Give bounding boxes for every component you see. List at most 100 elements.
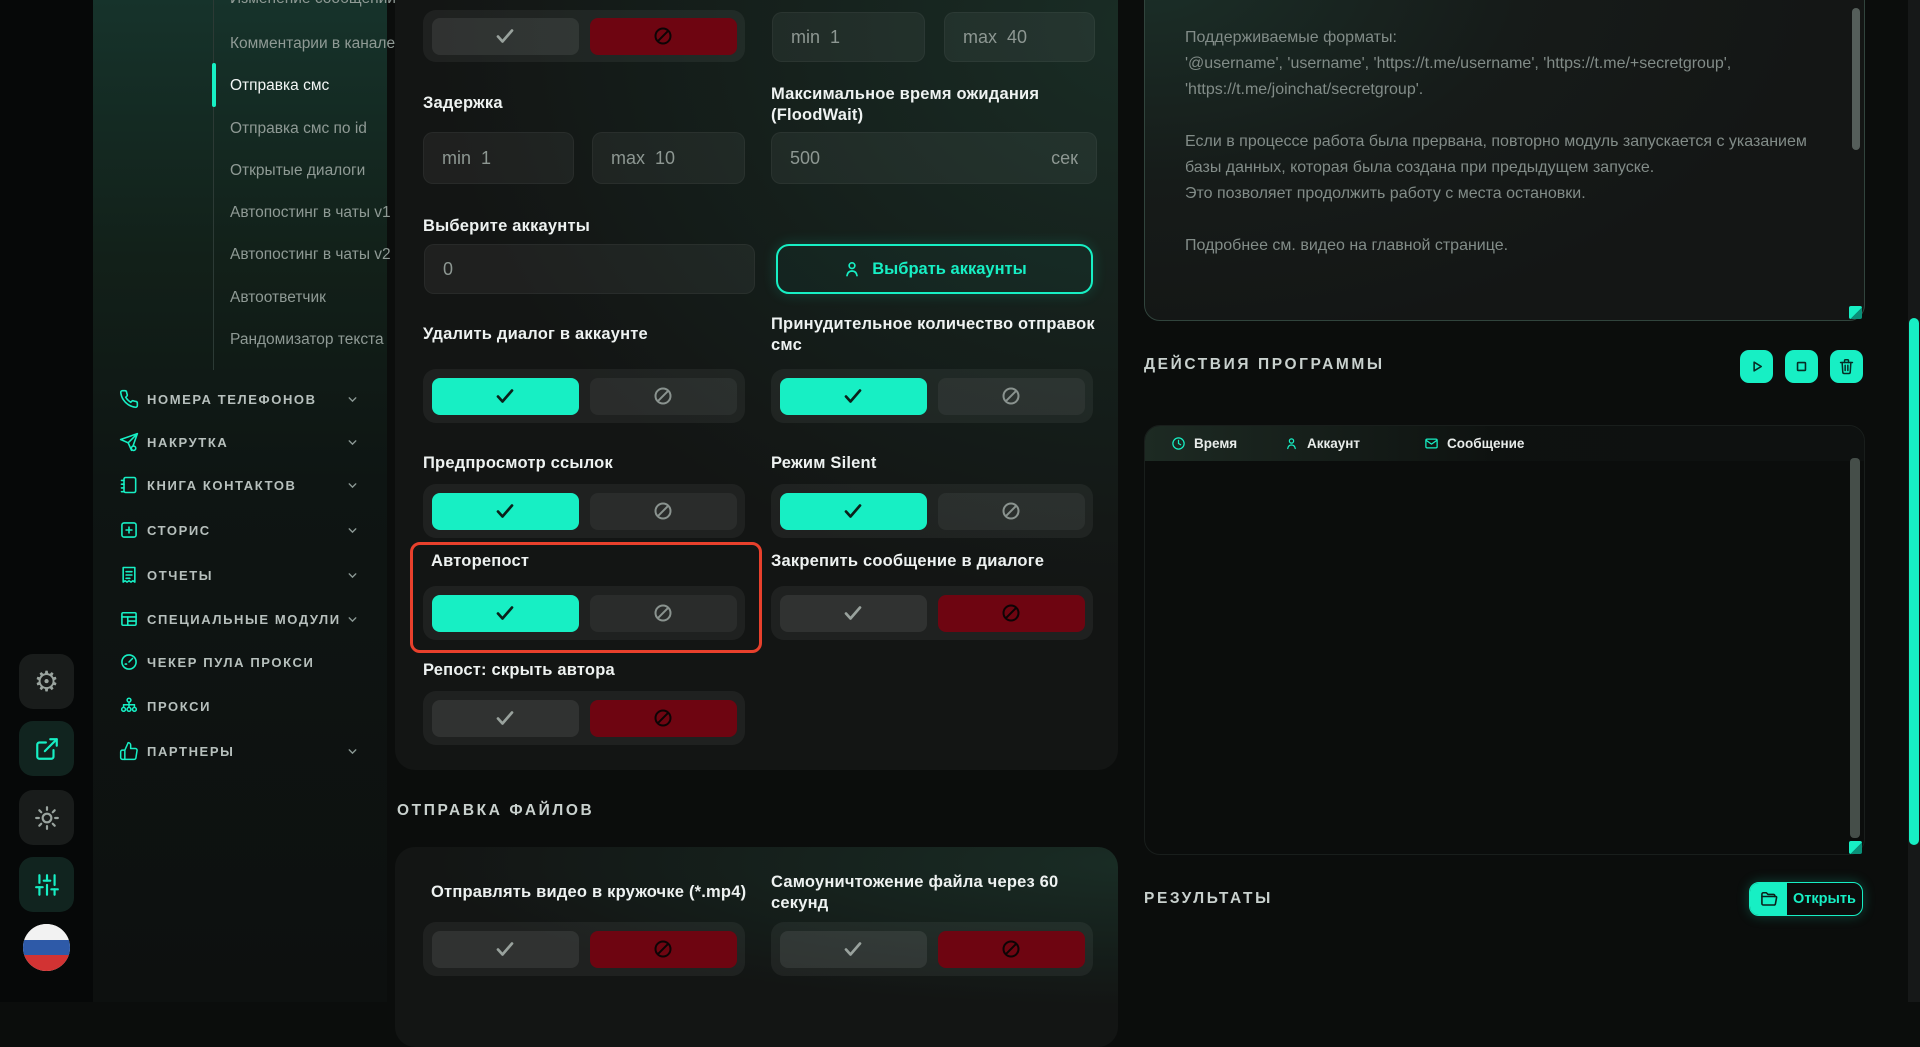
open-results-button[interactable]: Открыть <box>1749 882 1863 916</box>
sidebar-section-reports[interactable]: ОТЧЕТЫ <box>119 564 359 586</box>
sidebar-section-special-modules[interactable]: СПЕЦИАЛЬНЫЕ МОДУЛИ <box>119 608 359 630</box>
column-time: Время <box>1171 426 1237 461</box>
sidebar-section-stories[interactable]: СТОРИС <box>119 519 359 541</box>
plus-square-icon <box>119 520 139 540</box>
select-accounts-label: Выбрать аккаунты <box>872 260 1026 279</box>
page-scrollbar-thumb[interactable] <box>1909 318 1919 845</box>
sidebar-item-text-randomizer[interactable]: Рандомизатор текста <box>230 331 384 349</box>
silent-mode-label: Режим Silent <box>771 453 877 474</box>
check-icon <box>841 601 865 625</box>
deny-button[interactable] <box>938 595 1085 632</box>
stop-button[interactable] <box>1785 350 1818 383</box>
sidebar-section-proxy-checker[interactable]: ЧЕКЕР ПУЛА ПРОКСИ <box>119 651 359 673</box>
gear-icon: ⚙ <box>34 665 59 698</box>
sidebar-section-proxy[interactable]: ПРОКСИ <box>119 695 359 717</box>
deny-button[interactable] <box>590 931 737 968</box>
check-icon <box>493 24 517 48</box>
delay-min-field[interactable]: min 1 <box>423 132 574 184</box>
allow-button[interactable] <box>432 493 579 530</box>
deny-button[interactable] <box>590 378 737 415</box>
delete-dialog-label: Удалить диалог в аккаунте <box>423 324 648 345</box>
deny-button[interactable] <box>590 18 737 55</box>
ban-icon <box>651 706 675 730</box>
link-preview-label: Предпросмотр ссылок <box>423 453 613 474</box>
info-resize-handle[interactable] <box>1849 306 1862 319</box>
deny-button[interactable] <box>590 700 737 737</box>
top-min-field[interactable]: min 1 <box>772 12 925 62</box>
results-title: РЕЗУЛЬТАТЫ <box>1144 890 1273 908</box>
check-icon <box>841 499 865 523</box>
actions-title: ДЕЙСТВИЯ ПРОГРАММЫ <box>1144 356 1385 374</box>
sidebar-item-open-dialogs[interactable]: Открытые диалоги <box>230 162 365 180</box>
info-text: Поддерживаемые форматы: '@username', 'us… <box>1185 25 1845 259</box>
allow-button[interactable] <box>432 18 579 55</box>
self-destruct-label: Самоуничтожение файла через 60 секунд <box>771 872 1095 914</box>
russia-flag-icon <box>23 924 70 971</box>
sidebar: Изменение сообщений Комментарии в канале… <box>93 0 387 1002</box>
sidebar-section-partners[interactable]: ПАРТНЕРЫ <box>119 740 359 762</box>
sidebar-section-contact-book[interactable]: КНИГА КОНТАКТОВ <box>119 474 359 496</box>
clear-button[interactable] <box>1830 350 1863 383</box>
column-account: Аккаунт <box>1284 426 1360 461</box>
trash-icon <box>1837 357 1856 376</box>
external-link-button[interactable] <box>19 721 74 776</box>
settings-button[interactable]: ⚙ <box>19 654 74 709</box>
allow-button[interactable] <box>780 493 927 530</box>
toggle-autorepost <box>423 586 745 640</box>
deny-button[interactable] <box>590 493 737 530</box>
allow-button[interactable] <box>432 595 579 632</box>
phone-icon <box>119 389 139 409</box>
info-scrollbar-thumb[interactable] <box>1852 8 1860 150</box>
autorepost-label: Авторепост <box>431 551 529 572</box>
clock-icon <box>1171 436 1186 451</box>
icon-rail: ⚙ <box>0 0 93 1002</box>
language-button[interactable] <box>23 924 70 971</box>
allow-button[interactable] <box>432 931 579 968</box>
top-max-field[interactable]: max 40 <box>944 12 1095 62</box>
table-scrollbar-thumb[interactable] <box>1850 458 1860 838</box>
sidebar-item-channel-comments[interactable]: Комментарии в канале <box>230 35 395 53</box>
sliders-button[interactable] <box>19 857 74 912</box>
ban-icon <box>651 24 675 48</box>
check-icon <box>493 384 517 408</box>
check-icon <box>841 384 865 408</box>
allow-button[interactable] <box>432 378 579 415</box>
allow-button[interactable] <box>780 378 927 415</box>
ban-icon <box>651 384 675 408</box>
accounts-label: Выберите аккаунты <box>423 216 590 237</box>
sidebar-section-phone-numbers[interactable]: НОМЕРА ТЕЛЕФОНОВ <box>119 388 359 410</box>
info-panel[interactable]: Поддерживаемые форматы: '@username', 'us… <box>1144 0 1865 321</box>
table-resize-handle[interactable] <box>1849 841 1862 854</box>
ban-icon <box>999 937 1023 961</box>
accounts-count-field[interactable]: 0 <box>424 244 755 294</box>
deny-button[interactable] <box>938 931 1085 968</box>
sidebar-item-send-sms[interactable]: Отправка смс <box>230 77 329 95</box>
toggle-repost-hide-author <box>423 691 745 745</box>
allow-button[interactable] <box>432 700 579 737</box>
floodwait-label: Максимальное время ожидания (FloodWait) <box>771 84 1111 126</box>
sidebar-item-autoresponder[interactable]: Автоответчик <box>230 289 326 307</box>
files-section-title: ОТПРАВКА ФАЙЛОВ <box>397 802 594 820</box>
chevron-down-icon <box>346 524 359 537</box>
sidebar-item-change-messages[interactable]: Изменение сообщений <box>230 0 396 8</box>
deny-button[interactable] <box>590 595 737 632</box>
select-accounts-button[interactable]: Выбрать аккаунты <box>776 244 1093 294</box>
sidebar-item-send-sms-by-id[interactable]: Отправка смс по id <box>230 120 367 138</box>
floodwait-field[interactable]: 500 сек <box>771 132 1097 184</box>
pin-message-label: Закрепить сообщение в диалоге <box>771 551 1044 572</box>
actions-table-header: Время Аккаунт Сообщение <box>1145 426 1864 461</box>
theme-button[interactable] <box>19 790 74 845</box>
sidebar-item-autoposting-v2[interactable]: Автопостинг в чаты v2 <box>230 246 391 264</box>
sidebar-section-boosting[interactable]: НАКРУТКА <box>119 431 359 453</box>
delay-max-field[interactable]: max 10 <box>592 132 745 184</box>
deny-button[interactable] <box>938 493 1085 530</box>
allow-button[interactable] <box>780 931 927 968</box>
actions-table: Время Аккаунт Сообщение <box>1144 425 1865 855</box>
modules-table-icon <box>119 609 139 629</box>
sidebar-item-autoposting-v1[interactable]: Автопостинг в чаты v1 <box>230 204 391 222</box>
toggle-self-destruct <box>771 922 1093 976</box>
start-button[interactable] <box>1740 350 1773 383</box>
folder-icon <box>1750 883 1787 915</box>
allow-button[interactable] <box>780 595 927 632</box>
deny-button[interactable] <box>938 378 1085 415</box>
